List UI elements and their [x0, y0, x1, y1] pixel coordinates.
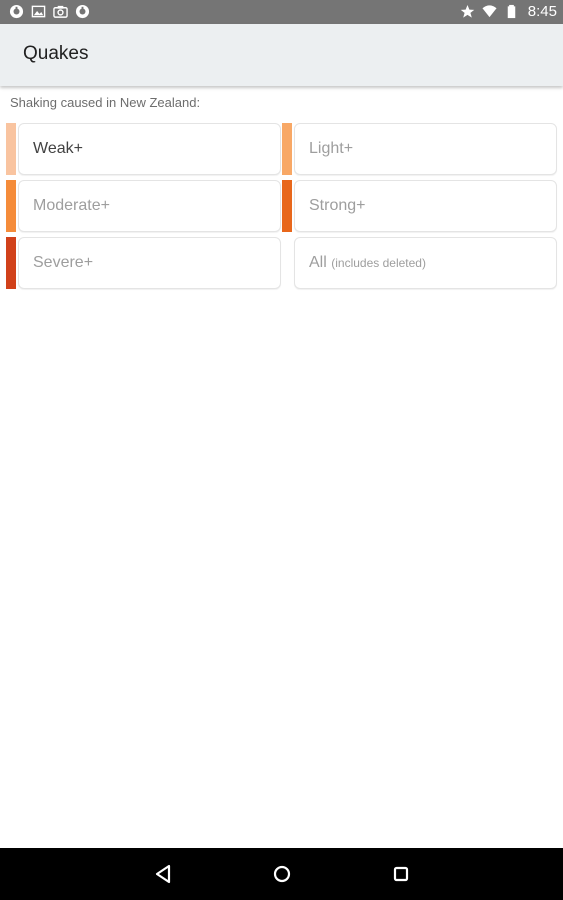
- intensity-color-bar: [6, 123, 16, 175]
- status-bar: 8:45: [0, 0, 563, 24]
- section-label: Shaking caused in New Zealand:: [10, 95, 201, 110]
- intensity-color-bar: [6, 180, 16, 232]
- wifi-icon: [482, 5, 497, 18]
- intensity-color-bar: [6, 237, 16, 289]
- filter-card[interactable]: All (includes deleted): [294, 237, 557, 289]
- back-icon[interactable]: [150, 861, 176, 887]
- filter-label: Moderate+: [33, 197, 110, 214]
- filter-severe[interactable]: Severe+: [6, 237, 281, 289]
- filter-label: Strong+: [309, 197, 366, 214]
- star-icon: [460, 4, 475, 18]
- app-notification-icon: [75, 4, 90, 19]
- app-title: Quakes: [23, 43, 89, 64]
- filter-card[interactable]: Weak+: [18, 123, 281, 175]
- filter-label: Light+: [309, 140, 354, 157]
- filter-all[interactable]: All (includes deleted): [282, 237, 557, 289]
- filter-strong[interactable]: Strong+: [282, 180, 557, 232]
- filter-card[interactable]: Moderate+: [18, 180, 281, 232]
- filter-label: Severe+: [33, 254, 94, 271]
- app-notification-icon: [9, 4, 24, 19]
- intensity-color-bar: [282, 180, 292, 232]
- filter-label-text: All: [309, 254, 327, 271]
- filter-note: (includes deleted): [331, 256, 426, 270]
- filter-weak[interactable]: Weak+: [6, 123, 281, 175]
- status-time: 8:45: [527, 3, 557, 20]
- app-bar: Quakes: [0, 24, 563, 86]
- home-icon[interactable]: [269, 861, 295, 887]
- filter-label: All (includes deleted): [309, 254, 426, 272]
- camera-icon: [53, 5, 68, 18]
- status-bar-notifications: [9, 4, 90, 19]
- filter-moderate[interactable]: Moderate+: [6, 180, 281, 232]
- recents-icon[interactable]: [388, 861, 414, 887]
- navigation-bar: [0, 848, 563, 900]
- intensity-color-bar: [282, 123, 292, 175]
- filter-card[interactable]: Light+: [294, 123, 557, 175]
- filter-light[interactable]: Light+: [282, 123, 557, 175]
- image-icon: [31, 5, 46, 18]
- filter-label: Weak+: [33, 140, 83, 157]
- battery-icon: [507, 4, 516, 19]
- status-bar-system: 8:45: [460, 3, 557, 20]
- filter-card[interactable]: Severe+: [18, 237, 281, 289]
- filter-card[interactable]: Strong+: [294, 180, 557, 232]
